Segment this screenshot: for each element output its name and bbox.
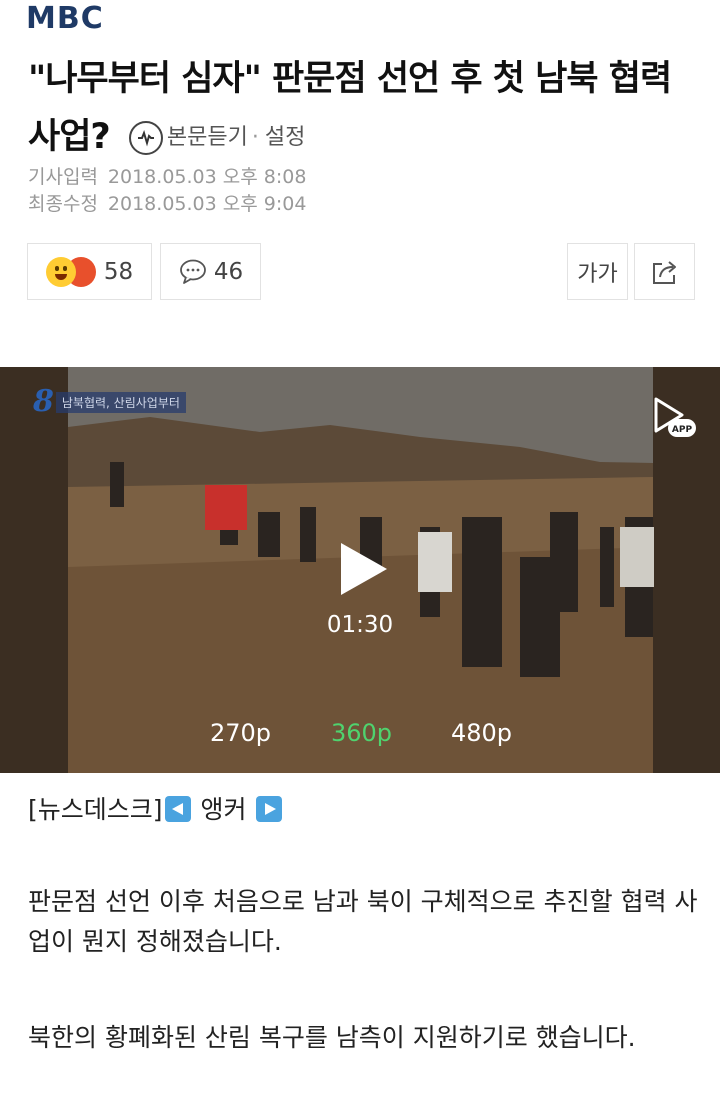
title-text: "나무부터 심자" 판문점 선언 후 첫 남북 협력 사업? — [28, 59, 672, 157]
video-duration: 01:30 — [326, 612, 394, 638]
input-label: 기사입력 — [28, 166, 98, 188]
comment-button[interactable]: 46 — [160, 243, 261, 300]
modified-label: 최종수정 — [28, 193, 98, 215]
video-player[interactable]: 8 남북협력, 산림사업부터 APP 01:30 270p 360p 480p — [0, 367, 720, 773]
speech-bubble-icon — [179, 259, 206, 284]
anchor-intro: [뉴스데스크] 앵커 — [28, 790, 698, 830]
play-icon[interactable] — [341, 543, 387, 595]
comment-count: 46 — [213, 258, 244, 285]
modified-date-row: 최종수정 2018.05.03 오후 9:04 — [28, 191, 306, 217]
left-arrow-icon — [164, 796, 191, 822]
settings-button[interactable]: 설정 — [265, 109, 305, 167]
mbc-logo[interactable]: MBC — [26, 4, 104, 34]
listen-separator: · — [251, 125, 259, 150]
listen-controls: 본문듣기 · 설정 — [128, 109, 305, 167]
quality-480p[interactable]: 480p — [451, 719, 512, 747]
paragraph-2: 북한의 황폐화된 산림 복구를 남측이 지원하기로 했습니다. — [28, 1023, 636, 1052]
right-arrow-icon — [256, 796, 283, 822]
happy-face-icon — [45, 256, 76, 287]
quality-270p[interactable]: 270p — [210, 719, 271, 747]
app-play-icon: APP — [654, 397, 696, 437]
anchor-label: 앵커 — [200, 795, 247, 824]
input-date-row: 기사입력 2018.05.03 오후 8:08 — [28, 164, 306, 190]
font-size-button[interactable]: 가가 — [567, 243, 628, 300]
quality-360p[interactable]: 360p — [331, 719, 392, 747]
video-caption: 남북협력, 산림사업부터 — [55, 391, 186, 413]
listen-button[interactable]: 본문듣기 — [167, 109, 248, 167]
logo-text: MBC — [26, 1, 104, 36]
modified-date: 2018.05.03 오후 9:04 — [107, 193, 307, 215]
input-date: 2018.05.03 오후 8:08 — [107, 166, 307, 188]
reaction-count: 58 — [103, 258, 134, 285]
newsdesk-label: [뉴스데스크] — [28, 795, 163, 824]
channel-badge: 8 남북협력, 산림사업부터 — [33, 387, 186, 417]
channel-number: 8 — [33, 384, 54, 419]
speaker-icon[interactable] — [128, 121, 163, 155]
reaction-button[interactable]: 58 — [27, 243, 152, 300]
app-label: APP — [672, 425, 693, 435]
paragraph-1: 판문점 선언 이후 처음으로 남과 북이 구체적으로 추진할 협력 사업이 뭔지… — [28, 887, 698, 956]
article-title: "나무부터 심자" 판문점 선언 후 첫 남북 협력 사업? 본문듣기 · 설정 — [28, 50, 698, 167]
font-size-label: 가가 — [577, 261, 618, 287]
share-icon — [652, 260, 676, 284]
open-app-button[interactable]: APP — [650, 395, 698, 439]
share-button[interactable] — [634, 243, 695, 300]
